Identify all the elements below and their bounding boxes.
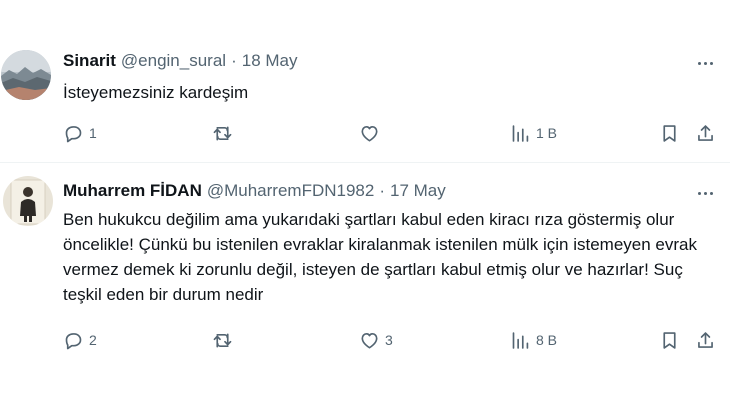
views-count: 8 B bbox=[536, 332, 558, 348]
bookmark-icon bbox=[663, 124, 676, 142]
views-count: 1 B bbox=[536, 125, 558, 141]
reply-icon bbox=[65, 125, 82, 142]
tweet-actions: 2 3 8 B bbox=[63, 325, 723, 355]
user-handle[interactable]: @engin_sural bbox=[121, 51, 226, 71]
reply-icon bbox=[65, 332, 82, 349]
bookmark-button[interactable] bbox=[659, 325, 680, 355]
avatar-landscape-image bbox=[1, 50, 51, 100]
share-button[interactable] bbox=[695, 325, 716, 355]
like-button[interactable] bbox=[359, 118, 385, 148]
share-icon bbox=[698, 124, 713, 141]
more-button[interactable] bbox=[695, 53, 715, 73]
tweet-header: Sinarit @engin_sural · 18 May bbox=[63, 51, 297, 71]
share-icon bbox=[698, 331, 713, 348]
retweet-icon bbox=[213, 333, 232, 347]
separator-dot: · bbox=[231, 51, 237, 70]
like-count: 3 bbox=[385, 332, 393, 348]
more-icon-dot bbox=[703, 61, 707, 65]
more-icon-dot bbox=[703, 191, 707, 195]
avatar-person-image bbox=[3, 176, 53, 226]
views-icon bbox=[512, 331, 529, 349]
reply-button[interactable]: 1 bbox=[63, 118, 97, 148]
more-icon-dot bbox=[697, 191, 701, 195]
tweet-text: Ben hukukcu değilim ama yukarıdaki şartl… bbox=[63, 210, 698, 304]
views-button[interactable]: 8 B bbox=[510, 325, 557, 355]
more-icon-dot bbox=[709, 191, 713, 195]
avatar[interactable] bbox=[3, 176, 53, 226]
more-button[interactable] bbox=[695, 183, 715, 203]
avatar[interactable] bbox=[1, 50, 51, 100]
tweet-text: İsteyemezsiniz kardeşim bbox=[63, 83, 249, 102]
like-button[interactable]: 3 bbox=[359, 325, 393, 355]
more-icon-dot bbox=[697, 61, 701, 65]
bookmark-button[interactable] bbox=[659, 118, 680, 148]
tweet[interactable]: Muharrem FİDAN @MuharremFDN1982 · 17 May… bbox=[0, 163, 730, 420]
retweet-button[interactable] bbox=[212, 325, 238, 355]
share-button[interactable] bbox=[695, 118, 716, 148]
tweet-header: Muharrem FİDAN @MuharremFDN1982 · 17 May bbox=[63, 181, 446, 201]
tweet-date[interactable]: 18 May bbox=[242, 51, 298, 71]
reply-count: 2 bbox=[89, 332, 97, 348]
retweet-icon bbox=[213, 126, 232, 140]
display-name[interactable]: Muharrem FİDAN bbox=[63, 181, 202, 201]
views-button[interactable]: 1 B bbox=[510, 118, 557, 148]
separator-dot: · bbox=[379, 181, 386, 200]
display-name[interactable]: Sinarit bbox=[63, 51, 116, 71]
tweet-actions: 1 1 B bbox=[63, 118, 723, 148]
bookmark-icon bbox=[663, 331, 676, 349]
tweet[interactable]: Sinarit @engin_sural · 18 May İsteyemezs… bbox=[0, 0, 730, 163]
tweet-date[interactable]: 17 May bbox=[390, 181, 446, 201]
retweet-button[interactable] bbox=[212, 118, 238, 148]
like-icon bbox=[361, 332, 378, 349]
views-icon bbox=[512, 124, 529, 142]
like-icon bbox=[361, 125, 378, 142]
reply-count: 1 bbox=[89, 125, 97, 141]
user-handle[interactable]: @MuharremFDN1982 bbox=[207, 181, 374, 201]
reply-button[interactable]: 2 bbox=[63, 325, 97, 355]
more-icon-dot bbox=[709, 61, 713, 65]
